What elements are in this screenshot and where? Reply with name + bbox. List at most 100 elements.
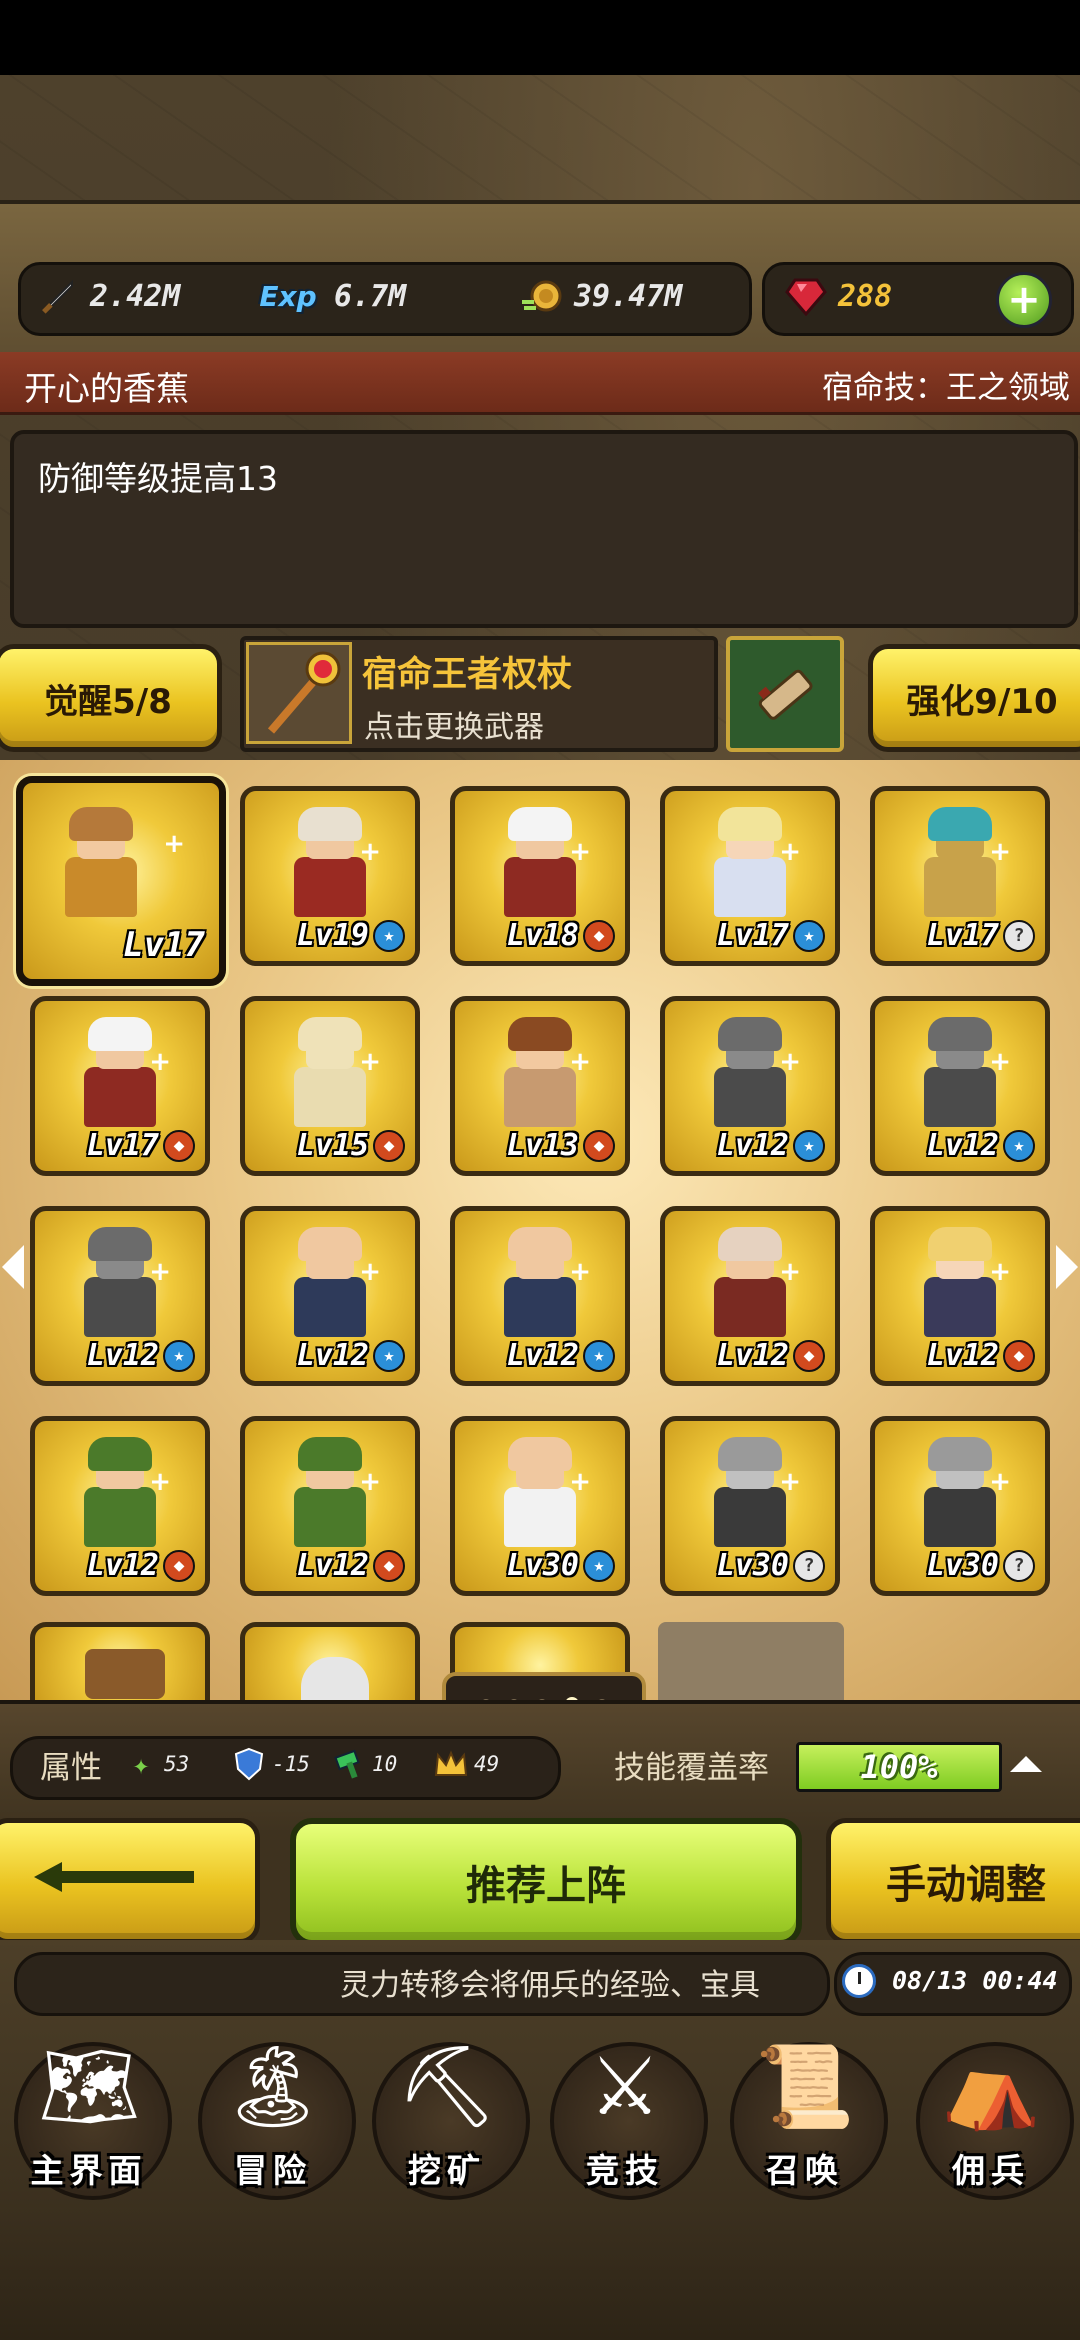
enhance-button[interactable]: 强化9/10: [868, 644, 1080, 752]
hero-portrait: [712, 1437, 788, 1553]
stat-hammer: 10: [332, 1746, 397, 1782]
hero-hair: [718, 1227, 782, 1261]
sparkle-icon: +: [779, 1047, 801, 1077]
hero-level-text: Lv12: [86, 1338, 159, 1373]
hero-body: [714, 1277, 786, 1337]
strategy-card[interactable]: [658, 1622, 844, 1708]
hero-card-partial[interactable]: [30, 1622, 210, 1712]
gem-resource: 288: [784, 270, 892, 322]
hero-portrait: [502, 1227, 578, 1343]
nav-item[interactable]: 📜 召唤: [720, 2020, 890, 2210]
hero-card[interactable]: + Lv12 ◆: [870, 1206, 1050, 1386]
tent-icon: ⛺: [941, 2040, 1041, 2133]
attribute-label: 属性: [40, 1750, 102, 1786]
hero-portrait: [292, 1017, 368, 1133]
exp-resource: Exp 6.7M: [252, 270, 406, 322]
manual-adjust-button[interactable]: 手动调整: [826, 1818, 1080, 1944]
datetime: 08/13 00:44: [892, 1966, 1058, 1995]
pickaxe-icon: ⛏: [396, 2040, 498, 2133]
hero-card[interactable]: + Lv12 ★: [450, 1206, 630, 1386]
map-scroll-icon: 🗺: [38, 2040, 140, 2133]
hero-card[interactable]: + Lv30 ★: [450, 1416, 630, 1596]
hero-hair: [718, 1017, 782, 1051]
star-badge-icon: ★: [583, 1339, 615, 1372]
hero-hair: [508, 1437, 572, 1471]
star-badge-icon: ★: [373, 919, 405, 952]
gold-resource: 39.47M: [520, 270, 682, 322]
hero-card[interactable]: + Lv17 ★: [660, 786, 840, 966]
hero-card[interactable]: + Lv12 ★: [30, 1206, 210, 1386]
hero-body: [294, 857, 366, 917]
hero-card[interactable]: + Lv12 ◆: [660, 1206, 840, 1386]
nav-item[interactable]: 🗺 主界面: [4, 2020, 174, 2210]
ticker-text: 灵力转移会将佣兵的经验、宝具: [340, 1968, 760, 2003]
sparkle-icon: +: [569, 1257, 591, 1287]
nav-item[interactable]: ⚔ 竞技: [540, 2020, 710, 2210]
weapon-change-hint[interactable]: 点击更换武器: [364, 702, 544, 746]
hero-card[interactable]: + Lv15 ◆: [240, 996, 420, 1176]
scroll-item-icon[interactable]: [726, 636, 844, 752]
hero-level: Lv12 ★: [927, 1128, 1035, 1163]
sparkle-icon: +: [989, 1257, 1011, 1287]
stat-crown-value: 49: [474, 1752, 500, 1776]
unknown-badge-icon: ?: [1003, 1549, 1035, 1582]
hero-body: [504, 1067, 576, 1127]
fate-skill-name: 宿命技：王之领域: [822, 370, 1070, 406]
nav-item[interactable]: ⛏ 挖矿: [362, 2020, 532, 2210]
unknown-badge-icon: ?: [1003, 919, 1035, 952]
ruby-gem-icon: [784, 274, 828, 318]
hero-card[interactable]: + Lv17 ◆: [30, 996, 210, 1176]
nav-item[interactable]: ⛺ 佣兵: [906, 2020, 1076, 2210]
nav-item-label: 挖矿: [408, 2151, 486, 2190]
crossed-swords-icon: ⚔: [589, 2040, 661, 2133]
hero-hair: [508, 807, 572, 841]
hero-level: Lv18 ◆: [507, 918, 615, 953]
hero-card[interactable]: + Lv30?: [870, 1416, 1050, 1596]
hero-card[interactable]: + Lv18 ◆: [450, 786, 630, 966]
sparkle-icon: +: [359, 1257, 381, 1287]
hero-card[interactable]: + Lv12 ★: [240, 1206, 420, 1386]
sparkle-icon: +: [359, 837, 381, 867]
hero-portrait: [502, 1437, 578, 1553]
hero-level: Lv12 ★: [717, 1128, 825, 1163]
hero-level: Lv12 ◆: [717, 1338, 825, 1373]
attack-resource: 2.42M: [36, 270, 180, 322]
hero-level: Lv30 ★: [507, 1548, 615, 1583]
hero-hair: [928, 1437, 992, 1471]
hero-portrait: [82, 1437, 158, 1553]
hero-card-partial[interactable]: [240, 1622, 420, 1712]
hero-portrait: [712, 1017, 788, 1133]
nav-item-label: 佣兵: [952, 2151, 1030, 2190]
deer-hero-portrait: [85, 1649, 165, 1699]
sparkle-icon: +: [989, 1047, 1011, 1077]
hero-level: Lv17?: [927, 918, 1035, 953]
caret-up-icon[interactable]: [1010, 1756, 1042, 1772]
hero-level: Lv12 ◆: [297, 1548, 405, 1583]
element-badge-icon: ◆: [373, 1549, 405, 1582]
hero-level-text: Lv12: [926, 1338, 999, 1373]
hero-card[interactable]: + Lv19 ★: [240, 786, 420, 966]
hero-level: Lv19 ★: [297, 918, 405, 953]
star-badge-icon: ★: [163, 1339, 195, 1372]
hero-card[interactable]: + Lv13 ◆: [450, 996, 630, 1176]
hero-level-text: Lv30: [506, 1548, 579, 1583]
hero-card[interactable]: + Lv12 ◆: [240, 1416, 420, 1596]
hero-hair: [928, 807, 992, 841]
sparkle-icon: +: [989, 1467, 1011, 1497]
recommend-lineup-button[interactable]: 推荐上阵: [290, 1818, 802, 1946]
hero-body: [714, 857, 786, 917]
nav-item[interactable]: 🏝 冒险: [188, 2020, 358, 2210]
add-gems-button[interactable]: +: [996, 272, 1052, 328]
awaken-button[interactable]: 觉醒5/8: [0, 644, 222, 752]
hero-level: Lv12 ★: [507, 1338, 615, 1373]
hero-card[interactable]: + Lv12 ★: [870, 996, 1050, 1176]
sparkle-icon: +: [163, 829, 185, 859]
hero-card[interactable]: + Lv30?: [660, 1416, 840, 1596]
hero-card-selected[interactable]: + Lv17: [16, 776, 226, 986]
hero-card[interactable]: + Lv17?: [870, 786, 1050, 966]
element-badge-icon: ◆: [373, 1129, 405, 1162]
hero-card[interactable]: + Lv12 ◆: [30, 1416, 210, 1596]
hero-card[interactable]: + Lv12 ★: [660, 996, 840, 1176]
hero-hair: [928, 1227, 992, 1261]
unknown-badge-icon: ?: [793, 1549, 825, 1582]
